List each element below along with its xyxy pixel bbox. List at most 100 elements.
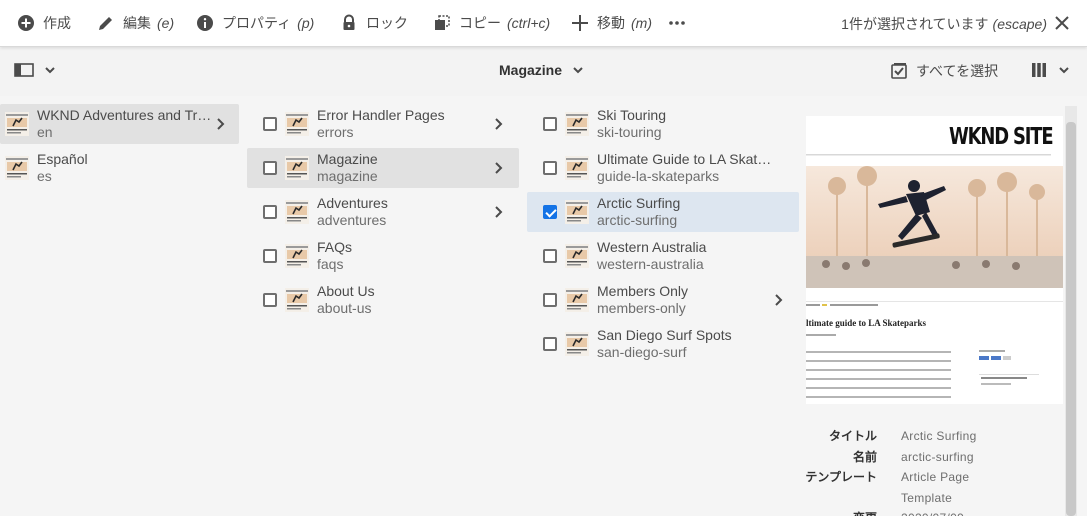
list-item[interactable]: Adventures adventures: [247, 192, 519, 232]
item-name: adventures: [317, 212, 387, 228]
item-title: FAQs: [317, 239, 353, 255]
meta-value: 2020/07/09: [901, 508, 964, 516]
select-all-label: すべてを選択: [916, 63, 999, 79]
chevron-down-icon: [1059, 67, 1069, 74]
item-checkbox-checked[interactable]: [543, 205, 557, 219]
item-title: Ultimate Guide to LA Skat…: [597, 151, 772, 167]
page-thumbnail: [565, 200, 589, 224]
meta-value: Article Page: [901, 470, 970, 484]
list-item[interactable]: San Diego Surf Spots san-diego-surf: [527, 324, 799, 364]
select-all-button[interactable]: すべてを選択: [890, 61, 998, 81]
list-item[interactable]: Ultimate Guide to LA Skat… guide-la-skate…: [527, 148, 799, 188]
item-checkbox[interactable]: [263, 293, 277, 307]
chevron-right-icon: [773, 293, 785, 307]
copy-button[interactable]: コピー (ctrl+c): [433, 0, 550, 47]
item-title: Adventures: [317, 195, 388, 211]
view-title-dropdown[interactable]: Magazine: [499, 62, 584, 78]
list-item[interactable]: Western Australia western-australia: [527, 236, 799, 276]
item-title: Members Only: [597, 283, 689, 299]
scrollbar-thumb[interactable]: [1066, 122, 1076, 516]
move-shortcut: (m): [631, 15, 652, 31]
create-button[interactable]: 作成: [17, 0, 71, 47]
item-name: magazine: [317, 168, 378, 184]
chevron-right-icon: [215, 117, 227, 131]
item-name: san-diego-surf: [597, 344, 687, 360]
chevron-right-icon: [493, 205, 505, 219]
item-checkbox[interactable]: [543, 117, 557, 131]
properties-panel: タイトル Arctic Surfing 名前 arctic-surfing テンプレ…: [800, 426, 977, 516]
item-name: arctic-surfing: [597, 212, 678, 228]
close-icon[interactable]: [1053, 14, 1071, 32]
info-icon: [197, 15, 213, 31]
item-title: Ski Touring: [597, 107, 667, 123]
list-item[interactable]: Ski Touring ski-touring: [527, 104, 799, 144]
meta-value: Template: [901, 490, 953, 505]
page-thumbnail: [565, 112, 589, 136]
item-title: WKND Adventures and Tr…: [37, 107, 212, 123]
add-circle-icon: [18, 15, 34, 31]
item-checkbox[interactable]: [263, 205, 277, 219]
list-item[interactable]: Magazine magazine: [247, 148, 519, 188]
rail-toggle-button[interactable]: [14, 62, 56, 78]
page-thumbnail: [565, 288, 589, 312]
page-thumbnail: [285, 288, 309, 312]
page-thumbnail: [5, 112, 29, 136]
item-checkbox[interactable]: [543, 249, 557, 263]
preview-scrollbar[interactable]: [1065, 106, 1077, 516]
item-title: About Us: [317, 283, 375, 299]
item-title: Español: [37, 151, 88, 167]
copy-shortcut: (ctrl+c): [507, 15, 551, 31]
list-item[interactable]: Español es: [0, 148, 239, 188]
item-checkbox[interactable]: [543, 337, 557, 351]
item-checkbox[interactable]: [263, 117, 277, 131]
move-label: 移動: [597, 15, 625, 31]
item-checkbox[interactable]: [263, 161, 277, 175]
item-title: Arctic Surfing: [597, 195, 681, 211]
item-name: en: [37, 124, 53, 140]
page-thumbnail: [565, 332, 589, 356]
page-thumbnail: [5, 156, 29, 180]
item-name: errors: [317, 124, 354, 140]
lock-icon: [343, 14, 355, 30]
meta-key: タイトル: [828, 429, 877, 443]
lock-button[interactable]: ロック: [340, 0, 408, 47]
properties-label: プロパティ: [222, 15, 292, 31]
column-view-icon: [1032, 63, 1046, 77]
item-checkbox[interactable]: [543, 161, 557, 175]
list-item[interactable]: Members Only members-only: [527, 280, 799, 320]
item-title: Western Australia: [597, 239, 707, 255]
properties-button[interactable]: プロパティ (p): [196, 0, 314, 47]
create-label: 作成: [43, 15, 71, 31]
list-item[interactable]: WKND Adventures and Tr… en: [0, 104, 239, 144]
more-icon: [669, 21, 685, 25]
list-item[interactable]: Error Handler Pages errors: [247, 104, 519, 144]
page-thumbnail: [565, 244, 589, 268]
page-thumbnail: [285, 156, 309, 180]
move-button[interactable]: 移動 (m): [571, 0, 652, 47]
properties-shortcut: (p): [297, 15, 315, 31]
pencil-icon: [99, 17, 112, 30]
chevron-down-icon: [573, 67, 583, 74]
item-checkbox[interactable]: [263, 249, 277, 263]
meta-key: テンプレート: [805, 470, 877, 484]
list-item[interactable]: About Us about-us: [247, 280, 519, 320]
more-actions-button[interactable]: [668, 0, 694, 47]
edit-button[interactable]: 編集 (e): [97, 0, 174, 47]
item-checkbox[interactable]: [543, 293, 557, 307]
item-name: faqs: [317, 256, 344, 272]
view-title: Magazine: [499, 62, 563, 78]
item-title: Magazine: [317, 151, 378, 167]
view-switcher[interactable]: [1030, 61, 1070, 79]
selection-count: 1件が選択されています: [841, 15, 989, 32]
edit-label: 編集: [123, 15, 151, 31]
list-item[interactable]: FAQs faqs: [247, 236, 519, 276]
meta-key: 名前: [852, 449, 877, 464]
toolbar: Magazine すべてを選択: [0, 48, 1087, 96]
list-item-selected[interactable]: Arctic Surfing arctic-surfing: [527, 192, 799, 232]
item-name: about-us: [317, 300, 372, 316]
preview-image: ltimate guide to LA Skateparks: [806, 116, 1063, 404]
meta-key: [800, 488, 877, 509]
panel-icon: [14, 63, 34, 77]
select-all-icon: [891, 63, 907, 79]
copy-label: コピー: [459, 15, 501, 31]
